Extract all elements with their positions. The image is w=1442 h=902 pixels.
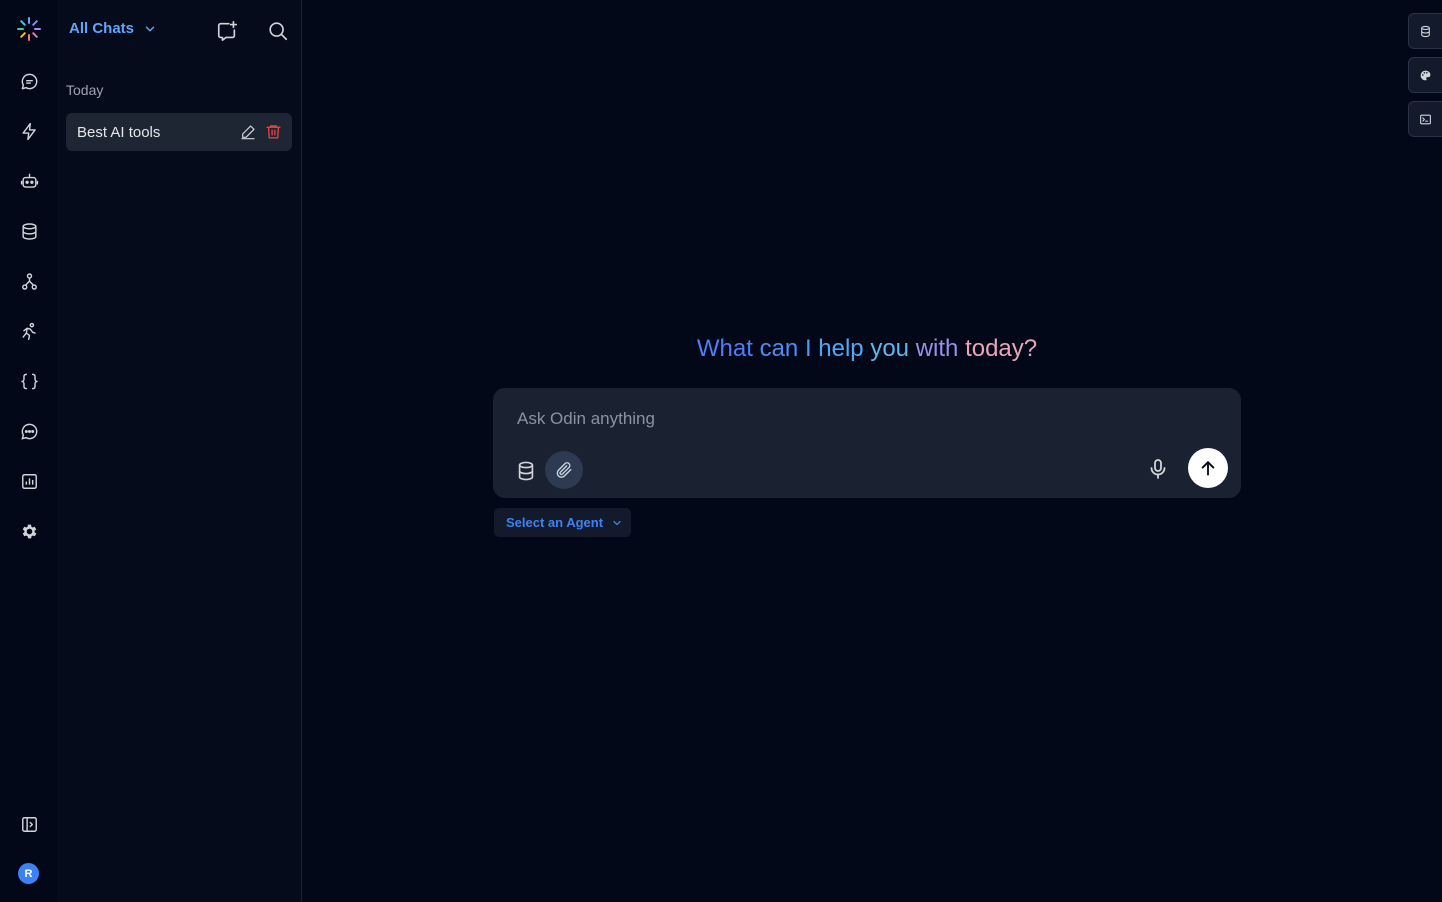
database-icon[interactable] bbox=[14, 216, 44, 246]
user-avatar[interactable]: R bbox=[18, 863, 39, 884]
toggle-sidebar-icon[interactable] bbox=[14, 809, 44, 839]
attach-paperclip-icon[interactable] bbox=[545, 451, 583, 489]
edit-pencil-icon[interactable] bbox=[240, 124, 256, 140]
chat-icon[interactable] bbox=[14, 66, 44, 96]
knowledge-base-database-icon[interactable] bbox=[515, 460, 537, 482]
new-chat-icon[interactable] bbox=[216, 20, 238, 42]
edge-tab-palette[interactable] bbox=[1408, 57, 1442, 93]
workflow-icon[interactable] bbox=[14, 266, 44, 296]
icon-rail: R bbox=[0, 0, 57, 902]
message-composer bbox=[493, 388, 1241, 498]
database-icon bbox=[1421, 25, 1430, 37]
message-dots-icon[interactable] bbox=[14, 416, 44, 446]
lightning-icon[interactable] bbox=[14, 116, 44, 146]
heading-word: help bbox=[818, 335, 864, 362]
analytics-icon[interactable] bbox=[14, 466, 44, 496]
select-agent-dropdown[interactable]: Select an Agent bbox=[494, 508, 631, 537]
arrow-up-icon bbox=[1201, 461, 1215, 476]
chat-title: Best AI tools bbox=[77, 123, 161, 141]
app-logo[interactable] bbox=[16, 16, 42, 42]
running-person-icon[interactable] bbox=[14, 316, 44, 346]
edge-tab-terminal[interactable] bbox=[1408, 101, 1442, 137]
all-chats-label: All Chats bbox=[69, 20, 135, 37]
heading-word: can bbox=[759, 335, 799, 362]
heading-word: What bbox=[696, 335, 753, 362]
palette-icon bbox=[1420, 70, 1431, 80]
robot-icon[interactable] bbox=[14, 166, 44, 196]
section-label-today: Today bbox=[66, 82, 104, 98]
microphone-icon[interactable] bbox=[1146, 457, 1170, 481]
message-input[interactable] bbox=[493, 388, 1241, 450]
chats-panel: All Chats Today Best AI tools bbox=[57, 0, 302, 902]
heading-word: you bbox=[870, 335, 910, 362]
delete-trash-icon[interactable] bbox=[265, 123, 282, 140]
search-icon[interactable] bbox=[267, 20, 289, 42]
heading-word: I bbox=[804, 335, 812, 362]
chevron-down-icon bbox=[145, 26, 155, 31]
code-braces-icon[interactable] bbox=[14, 366, 44, 396]
heading-word: with bbox=[915, 335, 959, 362]
chat-list-item[interactable]: Best AI tools bbox=[66, 113, 292, 151]
settings-gear-icon[interactable] bbox=[14, 516, 44, 546]
select-agent-label: Select an Agent bbox=[506, 515, 604, 530]
chevron-down-icon bbox=[613, 520, 621, 525]
heading-word: today? bbox=[965, 335, 1038, 362]
terminal-icon bbox=[1420, 114, 1431, 124]
welcome-heading: What can I help you with today? bbox=[493, 335, 1241, 363]
all-chats-dropdown[interactable]: All Chats bbox=[69, 20, 157, 37]
send-arrow-up-button[interactable] bbox=[1188, 448, 1228, 488]
edge-tab-database[interactable] bbox=[1408, 13, 1442, 49]
